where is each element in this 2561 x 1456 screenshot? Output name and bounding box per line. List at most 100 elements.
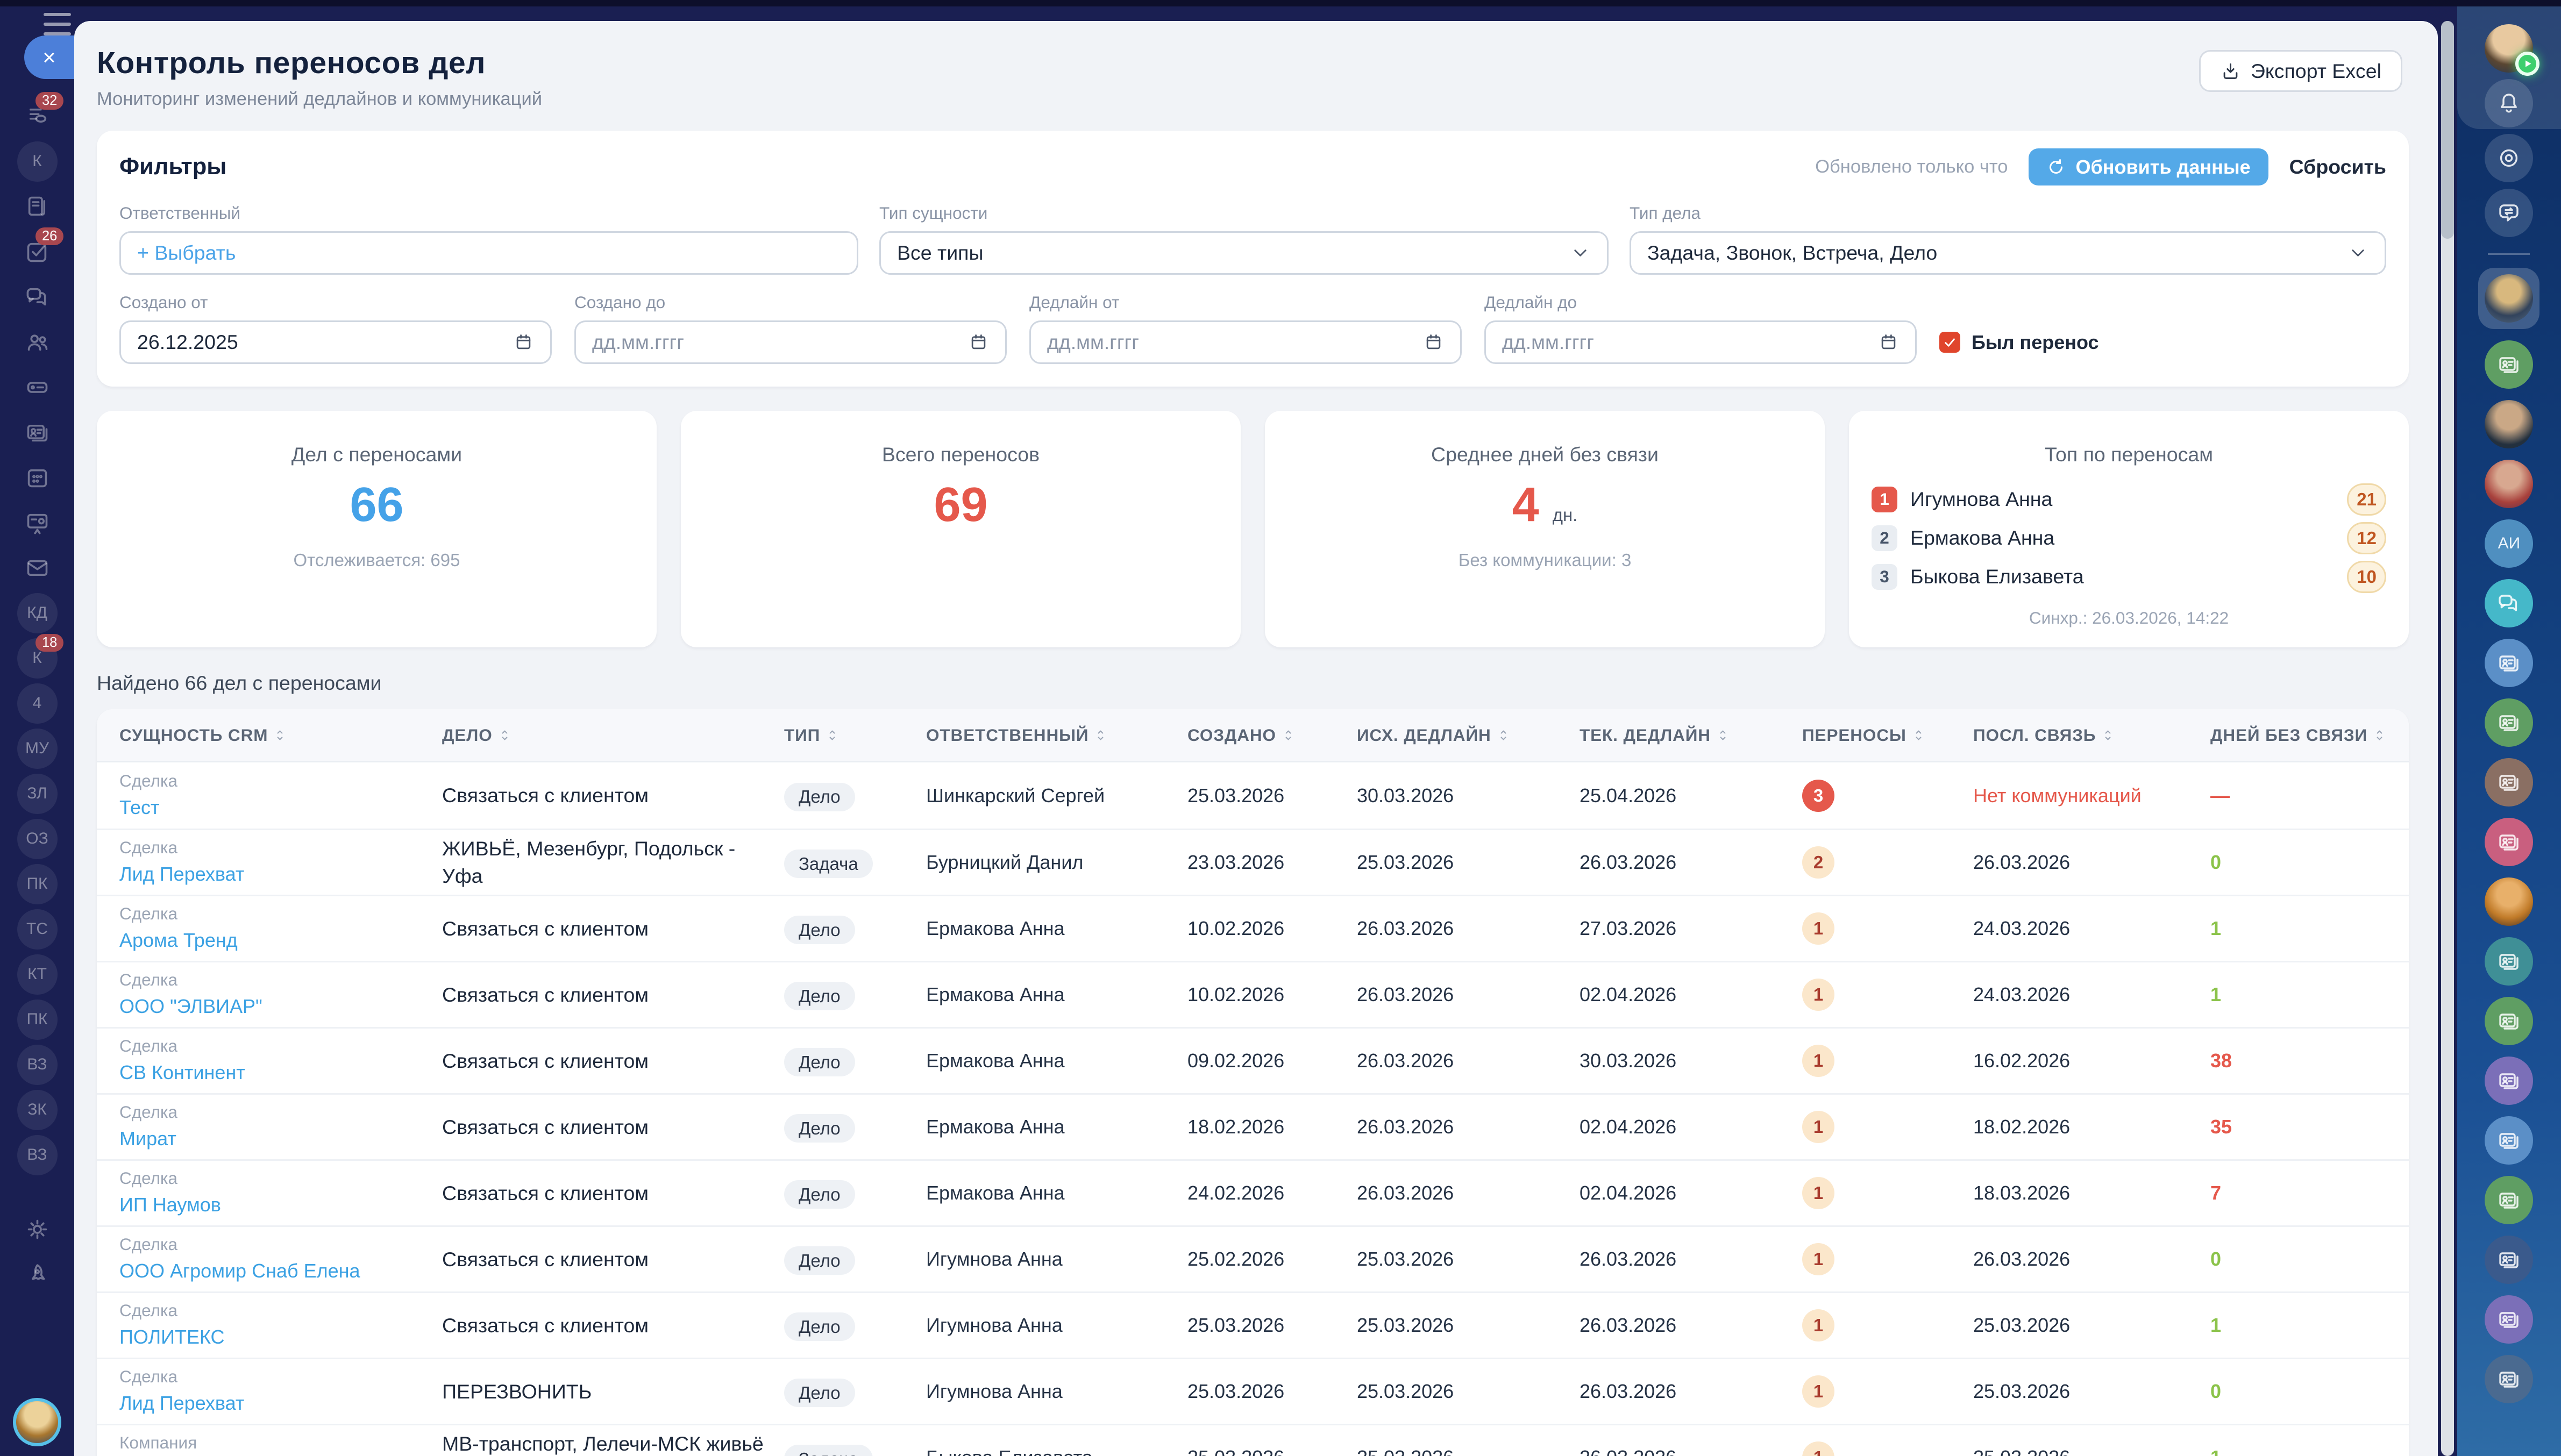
entity-link[interactable]: Арома Тренд [119,929,238,952]
column-header[interactable]: ДЕЛО [442,725,784,745]
table-row[interactable]: Сделка ИП Наумов Связаться с клиентом Де… [97,1159,2409,1225]
entity-link[interactable]: ООО Агромир Снаб Елена [119,1260,360,1282]
responsible-field[interactable]: + Выбрать [119,231,858,275]
feed-icon[interactable]: 32 [0,92,74,139]
contact-item[interactable] [2485,1176,2534,1224]
was-postponed-checkbox[interactable]: Был перенос [1939,320,2386,364]
recorder-icon[interactable] [2485,134,2534,182]
item-kt[interactable]: КТ [0,952,74,997]
profile-avatar[interactable] [13,1398,61,1447]
tasks-icon[interactable]: 26 [0,227,74,274]
contact-item[interactable] [2485,639,2534,687]
table-row[interactable]: Сделка Арома Тренд Связаться с клиентом … [97,895,2409,961]
contact-item[interactable] [2485,1057,2534,1105]
item-k[interactable]: К 18 [0,634,74,681]
table-row[interactable]: Компания ООО "МВ-ТРАНСПОРТ" МВ-транспорт… [97,1424,2409,1456]
refresh-data-button[interactable]: Обновить данные [2029,148,2268,185]
crm-icon[interactable] [0,410,74,455]
settings-icon[interactable] [0,1207,74,1252]
table-row[interactable]: Сделка Тест Связаться с клиентом Дело Ши… [97,762,2409,829]
entity-link[interactable]: Мират [119,1127,176,1150]
item-vz2[interactable]: ВЗ [0,1132,74,1177]
contact-item[interactable] [2485,1355,2534,1403]
column-header[interactable]: СУЩНОСТЬ CRM [119,725,442,745]
item-mu[interactable]: МУ [0,726,74,771]
column-header[interactable]: СОЗДАНО [1187,725,1357,745]
export-excel-button[interactable]: Экспорт Excel [2199,50,2402,92]
rocket-icon[interactable] [0,1252,74,1297]
table-row[interactable]: Сделка Лид Перехват ЖИВЬЁ, Мезенбург, По… [97,829,2409,895]
column-header[interactable]: ПОСЛ. СВЯЗЬ [1973,725,2210,745]
item-pk[interactable]: ПК [0,861,74,907]
contact-item[interactable] [2485,1116,2534,1165]
top-list-item[interactable]: 1 Игумнова Анна 21 [1872,482,2386,516]
active-contact-avatar[interactable] [2478,268,2540,329]
entity-link[interactable]: ООО "ЭЛВИАР" [119,995,262,1018]
contact-item[interactable] [2485,400,2534,448]
close-icon[interactable]: × [24,35,74,79]
drive-icon[interactable] [0,365,74,410]
responsible-placeholder[interactable]: + Выбрать [137,241,236,265]
entity-link[interactable]: Лид Перехват [119,1392,244,1415]
entity-link[interactable]: ПОЛИТЕКС [119,1326,225,1348]
table-row[interactable]: Сделка ООО "ЭЛВИАР" Связаться с клиентом… [97,961,2409,1027]
contact-item[interactable]: АИ [2485,519,2534,568]
table-row[interactable]: Сделка ООО Агромир Снаб Елена Связаться … [97,1225,2409,1291]
workspace-k[interactable]: К [0,139,74,184]
employees-icon[interactable] [0,319,74,365]
contact-item[interactable] [2485,758,2534,806]
item-vz[interactable]: ВЗ [0,1042,74,1087]
deadline-from-input[interactable]: дд.мм.гггг [1029,320,1462,364]
sort-icon [2377,730,2382,740]
contact-item[interactable] [2485,937,2534,986]
news-icon[interactable] [0,184,74,229]
item-oz[interactable]: ОЗ [0,816,74,861]
contact-item[interactable] [2485,340,2534,389]
user-avatar[interactable] [2485,24,2540,76]
table-row[interactable]: Сделка Мират Связаться с клиентом Дело Е… [97,1093,2409,1159]
item-kd[interactable]: КД [0,590,74,636]
contact-item[interactable] [2485,698,2534,747]
reset-filters-button[interactable]: Сбросить [2289,155,2386,179]
chats-icon[interactable] [0,274,74,319]
entity-link[interactable]: СВ Континент [119,1061,245,1084]
notifications-icon[interactable] [2485,79,2534,127]
menu-icon[interactable] [44,13,71,35]
table-row[interactable]: Сделка СВ Континент Связаться с клиентом… [97,1027,2409,1093]
activity-type-select[interactable]: Задача, Звонок, Встреча, Дело [1630,231,2386,275]
contact-item[interactable] [2485,460,2534,508]
column-header[interactable]: ПЕРЕНОСЫ [1802,725,1973,745]
item-4[interactable]: 4 [0,681,74,726]
item-ts[interactable]: ТС [0,907,74,952]
column-header[interactable]: ТЕК. ДЕДЛАЙН [1580,725,1802,745]
created-from-input[interactable]: 26.12.2025 [119,320,552,364]
chat-sync-icon[interactable] [2485,189,2534,237]
mail-icon[interactable] [0,545,74,590]
item-zk[interactable]: ЗК [0,1087,74,1132]
marketing-icon[interactable] [0,500,74,545]
calendar-icon[interactable] [0,455,74,500]
contact-item[interactable] [2485,818,2534,866]
table-row[interactable]: Сделка Лид Перехват ПЕРЕЗВОНИТЬ Дело Игу… [97,1358,2409,1424]
deadline-to-input[interactable]: дд.мм.гггг [1484,320,1917,364]
table-row[interactable]: Сделка ПОЛИТЕКС Связаться с клиентом Дел… [97,1291,2409,1358]
column-header[interactable]: ТИП [784,725,926,745]
contact-item[interactable] [2485,1236,2534,1284]
column-header[interactable]: ИСХ. ДЕДЛАЙН [1357,725,1580,745]
top-list-item[interactable]: 3 Быкова Елизавета 10 [1872,560,2386,594]
contact-item[interactable] [2485,997,2534,1045]
item-pk2[interactable]: ПК [0,997,74,1042]
contact-item[interactable] [2485,1295,2534,1344]
contact-item[interactable] [2485,877,2534,926]
entity-link[interactable]: Лид Перехват [119,863,244,886]
created-to-input[interactable]: дд.мм.гггг [574,320,1007,364]
entity-link[interactable]: ИП Наумов [119,1194,221,1216]
entity-type-select[interactable]: Все типы [879,231,1609,275]
item-zl[interactable]: ЗЛ [0,771,74,816]
entity-link[interactable]: Тест [119,796,159,819]
scrollbar-thumb[interactable] [2441,21,2454,239]
column-header[interactable]: ДНЕЙ БЕЗ СВЯЗИ [2210,725,2387,745]
column-header[interactable]: ОТВЕТСТВЕННЫЙ [926,725,1187,745]
top-list-item[interactable]: 2 Ермакова Анна 12 [1872,521,2386,555]
contact-item[interactable] [2485,579,2534,627]
